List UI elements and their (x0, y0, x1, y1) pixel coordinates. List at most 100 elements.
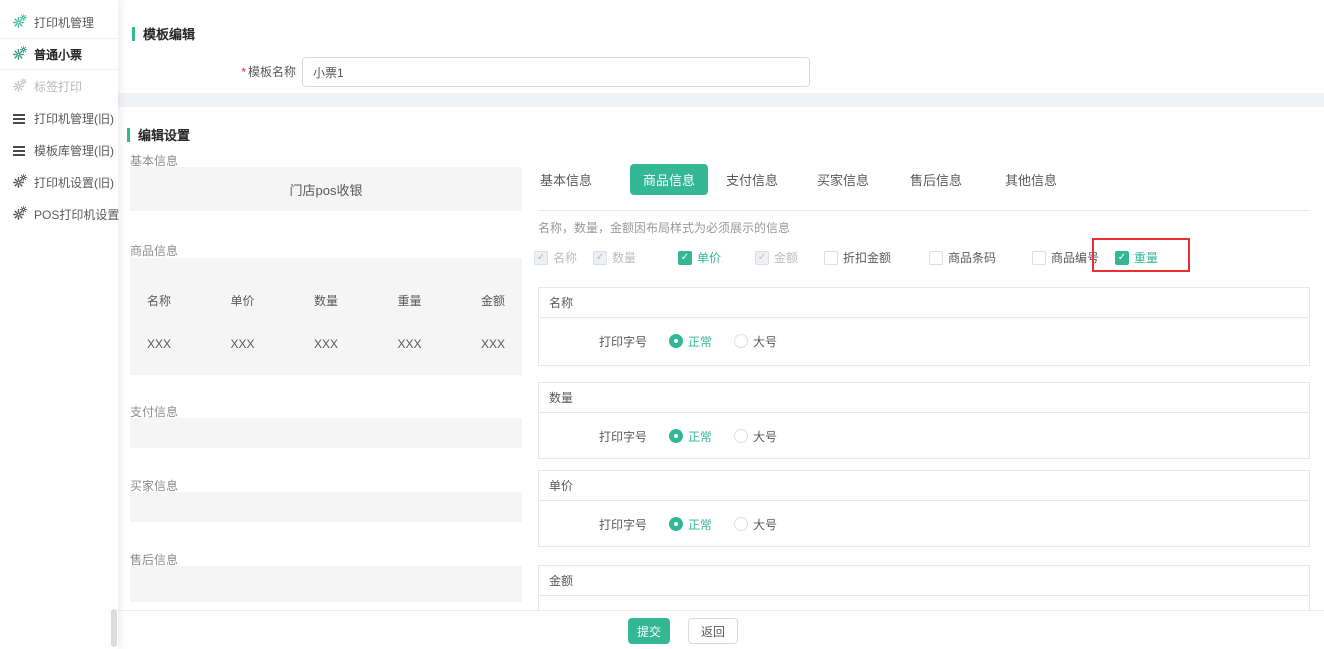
radio-正常[interactable]: 正常 (669, 516, 712, 533)
sidebar-item[interactable]: 打印机管理(旧) (0, 102, 118, 134)
checkbox-label: 数量 (612, 249, 636, 266)
goods-header-cell: 重量 (395, 292, 425, 309)
field-section-body: 打印字号 正常 大号 (539, 413, 1309, 459)
template-edit-title: 模板编辑 (132, 24, 195, 43)
field-section-title: 数量 (539, 383, 1309, 413)
radio-dot[interactable] (669, 517, 683, 531)
preview-goods-header-row: 名称 单价 数量 重量 金额 (144, 292, 508, 309)
goods-data-cell: XXX (228, 337, 258, 351)
cogs-icon (13, 208, 27, 221)
radio-label: 正常 (688, 516, 712, 533)
list-icon (13, 112, 27, 125)
template-name-input[interactable] (302, 57, 810, 87)
sidebar-item[interactable]: 打印机管理 (0, 6, 118, 38)
template-name-label: *模板名称 (178, 57, 296, 87)
tab-基本信息[interactable]: 基本信息 (540, 170, 592, 189)
checkbox-单价[interactable]: ✓单价 (678, 249, 721, 266)
preview-payment-box (130, 418, 522, 448)
info-tabs: 基本信息 商品信息支付信息 买家信息 售后信息 其他信息 (538, 164, 1310, 194)
sidebar-item-label: 模板库管理(旧) (34, 142, 114, 159)
checkbox-label: 金额 (774, 249, 798, 266)
radio-大号[interactable]: 大号 (734, 333, 777, 350)
checkbox-box: ✓ (534, 251, 548, 265)
goods-data-cell: XXX (311, 337, 341, 351)
radio-dot[interactable] (734, 334, 748, 348)
field-section-title: 单价 (539, 471, 1309, 501)
sidebar-item[interactable]: 打印机设置(旧) (0, 166, 118, 198)
checkbox-label: 商品条码 (948, 249, 996, 266)
goods-header-cell: 名称 (144, 292, 174, 309)
list-icon-bars (13, 146, 25, 156)
goods-header-cell: 单价 (228, 292, 258, 309)
sidebar-item-label: 打印机设置(旧) (34, 174, 114, 191)
tabs-divider (538, 210, 1310, 211)
edit-settings-panel: 编辑设置 基本信息 门店pos收银 商品信息 名称单价数量重量金额 XXXXXX… (118, 107, 1324, 610)
checkbox-重量[interactable]: ✓重量 (1115, 249, 1158, 266)
tab-支付信息[interactable]: 支付信息 (726, 170, 778, 189)
radio-dot[interactable] (669, 429, 683, 443)
goods-data-cell: XXX (478, 337, 508, 351)
field-section-名称: 名称打印字号 正常 大号 (538, 287, 1310, 366)
preview-aftersale-box (130, 566, 522, 602)
goods-header-cell: 金额 (478, 292, 508, 309)
goods-header-cell: 数量 (311, 292, 341, 309)
template-edit-panel: 模板编辑 *模板名称 (118, 0, 1324, 93)
sidebar-item[interactable]: POS打印机设置 (0, 198, 118, 230)
checkbox-折扣金额[interactable]: ✓折扣金额 (824, 249, 891, 266)
radio-label: 正常 (688, 428, 712, 445)
sidebar-scrollbar[interactable] (111, 609, 117, 647)
section-accent-bar (132, 27, 135, 41)
radio-正常[interactable]: 正常 (669, 428, 712, 445)
field-section-body: 打印字号 正常 大号 (539, 318, 1309, 364)
section-accent-bar (127, 128, 130, 142)
panel-gap (118, 93, 1324, 107)
radio-正常[interactable]: 正常 (669, 333, 712, 350)
checkbox-box[interactable]: ✓ (1115, 251, 1129, 265)
checkbox-label: 商品编号 (1051, 249, 1099, 266)
checkbox-box[interactable]: ✓ (678, 251, 692, 265)
radio-dot[interactable] (734, 517, 748, 531)
sidebar-item[interactable]: 普通小票 (0, 38, 118, 70)
radio-大号[interactable]: 大号 (734, 428, 777, 445)
radio-label: 正常 (688, 333, 712, 350)
edit-settings-title: 编辑设置 (127, 125, 190, 144)
cogs-icon (13, 80, 27, 93)
radio-dot[interactable] (669, 334, 683, 348)
checkbox-box: ✓ (593, 251, 607, 265)
goods-data-cell: XXX (395, 337, 425, 351)
field-section-body: 打印字号 正常 大号 (539, 501, 1309, 547)
field-section-title: 名称 (539, 288, 1309, 318)
cogs-icon (13, 16, 27, 29)
list-icon-bars (13, 114, 25, 124)
cogs-icon (13, 48, 27, 61)
tab-其他信息[interactable]: 其他信息 (1005, 170, 1057, 189)
sidebar-item[interactable]: 标签打印 (0, 70, 118, 102)
preview-basic-box: 门店pos收银 (130, 167, 522, 211)
sidebar-item[interactable]: 模板库管理(旧) (0, 134, 118, 166)
checkbox-box[interactable]: ✓ (824, 251, 838, 265)
sidebar-item-label: 打印机管理 (34, 14, 94, 31)
cogs-icon (13, 176, 27, 189)
checkbox-商品编号[interactable]: ✓ 商品编号 (1032, 249, 1099, 266)
preview-goods-data-row: XXXXXXXXXXXXXXX (144, 337, 508, 351)
preview-buyer-box (130, 492, 522, 522)
print-font-size-label: 打印字号 (599, 333, 647, 350)
tab-售后信息[interactable]: 售后信息 (910, 170, 962, 189)
field-checkbox-row: ✓名称✓数量✓单价✓金额✓折扣金额✓商品条码✓商品编号✓重量 (118, 249, 1310, 269)
print-font-size-label: 打印字号 (599, 516, 647, 533)
print-font-size-label: 打印字号 (599, 428, 647, 445)
radio-dot[interactable] (734, 429, 748, 443)
footer-bar: 提交 返回 (118, 610, 1324, 649)
field-section-title: 金额 (539, 566, 1309, 596)
checkbox-box[interactable]: ✓ (929, 251, 943, 265)
sidebar-item-label: 标签打印 (34, 78, 82, 95)
submit-button[interactable]: 提交 (628, 618, 670, 644)
back-button[interactable]: 返回 (688, 618, 738, 644)
checkbox-商品条码[interactable]: ✓ 商品条码 (929, 249, 996, 266)
sidebar-item-label: POS打印机设置 (34, 206, 119, 223)
tab-商品信息[interactable]: 商品信息 (630, 164, 708, 195)
checkbox-box[interactable]: ✓ (1032, 251, 1046, 265)
radio-大号[interactable]: 大号 (734, 516, 777, 533)
tab-买家信息[interactable]: 买家信息 (817, 170, 869, 189)
checkbox-名称: ✓名称 (534, 249, 577, 266)
